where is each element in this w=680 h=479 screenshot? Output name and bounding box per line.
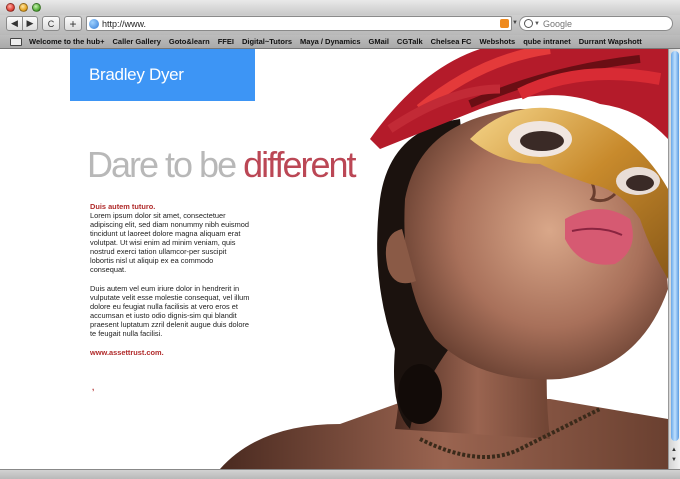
bookmark-item[interactable]: Durrant Wapshott — [579, 37, 642, 46]
reload-icon: C — [47, 18, 55, 29]
bookmark-item[interactable]: Goto&learn — [169, 37, 210, 46]
bookmark-item[interactable]: Maya / Dynamics — [300, 37, 360, 46]
site-name-box[interactable]: Bradley Dyer — [70, 49, 255, 101]
scrollbar-thumb[interactable] — [671, 51, 679, 441]
globe-icon — [89, 18, 99, 29]
minimize-window-icon[interactable] — [19, 3, 28, 12]
bookmark-item[interactable]: Caller Gallery — [113, 37, 161, 46]
address-bar[interactable]: http://www. — [86, 16, 512, 31]
add-bookmark-button[interactable]: + — [64, 16, 82, 31]
rss-icon[interactable] — [500, 19, 509, 28]
site-link[interactable]: www.assettrust.com. — [90, 348, 250, 357]
bookmark-item[interactable]: Webshots — [479, 37, 515, 46]
scroll-up-arrow-icon[interactable]: ▲ — [671, 447, 677, 453]
bookmark-item[interactable]: Digital~Tutors — [242, 37, 292, 46]
close-window-icon[interactable] — [6, 3, 15, 12]
search-engine-dropdown-icon[interactable]: ▼ — [534, 21, 540, 27]
reload-button[interactable]: C — [42, 16, 60, 31]
bookmark-item[interactable]: qube intranet — [523, 37, 571, 46]
bookmark-item[interactable]: GMail — [369, 37, 389, 46]
bookmarks-bar: Welcome to the hub+ Caller Gallery Goto&… — [0, 35, 680, 49]
search-icon — [524, 19, 533, 28]
window-status-bar — [0, 469, 680, 479]
page-viewport: Bradley Dyer Dare to be different Duis a… — [0, 49, 668, 469]
bookmark-item[interactable]: Welcome to the hub+ — [29, 37, 105, 46]
bookmark-item[interactable]: FFEI — [218, 37, 234, 46]
site-name: Bradley Dyer — [89, 65, 184, 84]
address-text[interactable]: http://www. — [102, 19, 146, 29]
back-button[interactable]: ◀ — [6, 16, 23, 31]
masked-woman-photo — [220, 49, 668, 469]
bookmark-item[interactable]: Chelsea FC — [431, 37, 472, 46]
address-dropdown-icon[interactable]: ▼ — [512, 20, 518, 26]
back-arrow-icon: ◀ — [11, 18, 18, 28]
bookmarks-book-icon[interactable] — [10, 37, 22, 46]
body-paragraph: Lorem ipsum dolor sit amet, consectetuer… — [90, 211, 249, 274]
zoom-window-icon[interactable] — [32, 3, 41, 12]
forward-button[interactable]: ▶ — [22, 16, 38, 31]
vertical-scrollbar[interactable]: ▲ ▼ — [668, 49, 680, 469]
body-text-column: Duis autem tuturo. Lorem ipsum dolor sit… — [90, 202, 250, 357]
forward-arrow-icon: ▶ — [26, 18, 34, 28]
search-input[interactable] — [542, 18, 663, 29]
red-bullet-mark: , — [92, 383, 95, 392]
plus-icon: + — [69, 16, 77, 31]
lead-heading: Duis autem tuturo. — [90, 202, 156, 211]
headline-red-part: different — [243, 144, 356, 185]
window-titlebar — [0, 0, 680, 15]
scroll-down-arrow-icon[interactable]: ▼ — [671, 457, 677, 463]
headline-grey-part: Dare to be — [87, 144, 244, 185]
browser-toolbar: ◀ ▶ C + http://www. ▼ ▼ — [0, 15, 680, 35]
body-paragraph: Duis autem vel eum iriure dolor in hendr… — [90, 284, 250, 338]
page-headline: Dare to be different — [87, 144, 357, 185]
search-box[interactable]: ▼ — [519, 16, 673, 31]
bookmark-item[interactable]: CGTalk — [397, 37, 423, 46]
